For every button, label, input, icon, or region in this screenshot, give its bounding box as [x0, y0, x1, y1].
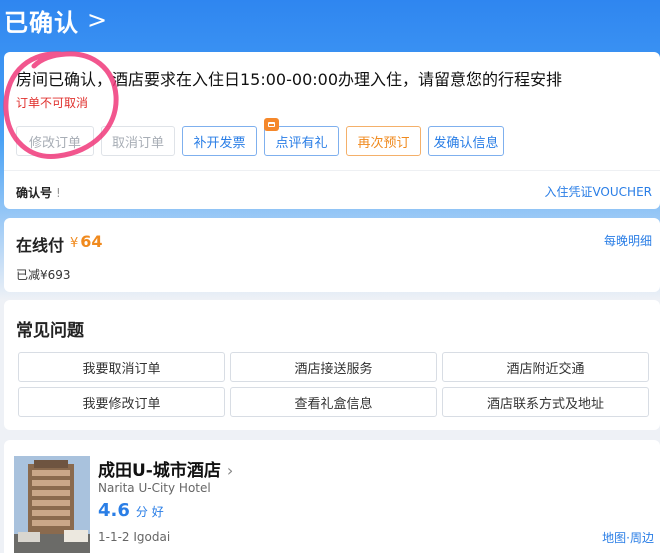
chevron-right-icon: ›: [226, 461, 234, 480]
checkin-notice: 房间已确认，酒店要求在入住日15:00-00:00办理入住，请留意您的行程安排: [16, 70, 562, 89]
hotel-name[interactable]: 成田U-城市酒店 ›: [98, 456, 233, 481]
hotel-rating[interactable]: 4.6 分 好: [98, 500, 164, 521]
faq-cancel-order-button[interactable]: 我要取消订单: [18, 352, 225, 382]
hotel-address: 1-1-2 Igodai: [98, 530, 171, 544]
faq-grid: 我要取消订单 酒店接送服务 酒店附近交通 我要修改订单 查看礼盒信息 酒店联系方…: [18, 352, 654, 417]
chevron-right-icon: >: [87, 6, 108, 34]
order-status-card: 房间已确认，酒店要求在入住日15:00-00:00办理入住，请留意您的行程安排 …: [4, 52, 660, 209]
status-header[interactable]: 已确认 >: [0, 0, 660, 40]
hotel-english-name: Narita U-City Hotel: [98, 481, 211, 495]
cancel-order-button[interactable]: 取消订单: [101, 126, 175, 156]
map-link[interactable]: 地图·周边: [602, 529, 654, 546]
faq-title: 常见问题: [16, 321, 84, 341]
voucher-link[interactable]: 入住凭证VOUCHER: [544, 183, 652, 200]
discount-amount: 已减¥693: [16, 268, 71, 282]
invoice-button[interactable]: 补开发票: [182, 126, 257, 156]
payment-card: 在线付 ¥64 每晚明细 已减¥693: [4, 218, 660, 292]
hotel-photo[interactable]: [14, 456, 90, 553]
cancel-policy: 订单不可取消: [16, 96, 89, 110]
confirmation-number-label: 确认号!: [16, 186, 61, 200]
payment-method: 在线付: [16, 236, 65, 255]
faq-card: 常见问题 我要取消订单 酒店接送服务 酒店附近交通 我要修改订单 查看礼盒信息 …: [4, 300, 660, 430]
rebook-button[interactable]: 再次预订: [346, 126, 421, 156]
faq-hotel-contact-button[interactable]: 酒店联系方式及地址: [442, 387, 649, 417]
divider: [4, 170, 660, 171]
modify-order-button[interactable]: 修改订单: [16, 126, 94, 156]
send-confirmation-button[interactable]: 发确认信息: [428, 126, 504, 156]
nightly-details-link[interactable]: 每晚明细: [604, 232, 652, 249]
gift-icon: [264, 118, 279, 131]
faq-transport-button[interactable]: 酒店附近交通: [442, 352, 649, 382]
hotel-card[interactable]: 成田U-城市酒店 › Narita U-City Hotel 4.6 分 好 1-1…: [4, 440, 660, 553]
info-icon: !: [56, 186, 61, 200]
faq-shuttle-button[interactable]: 酒店接送服务: [230, 352, 437, 382]
status-title: 已确认: [4, 8, 79, 37]
review-gift-button[interactable]: 点评有礼: [264, 118, 339, 156]
payment-price: ¥64: [70, 232, 103, 251]
faq-modify-order-button[interactable]: 我要修改订单: [18, 387, 225, 417]
faq-gift-box-button[interactable]: 查看礼盒信息: [230, 387, 437, 417]
order-action-buttons: 修改订单 取消订单 补开发票 点评有礼 再次预订 发确认信息: [16, 118, 511, 156]
